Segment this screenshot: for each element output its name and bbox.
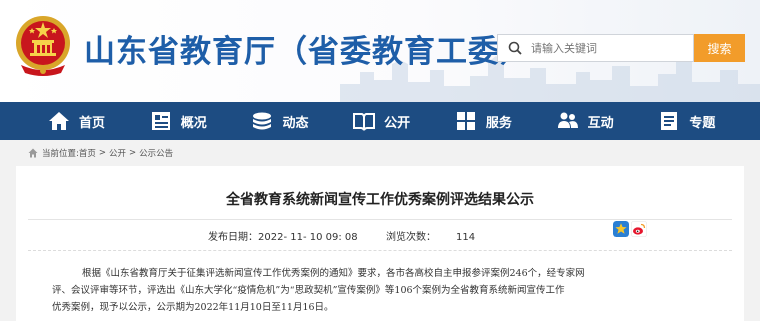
nav-item-label: 首页	[79, 115, 106, 131]
search-icon	[508, 41, 522, 55]
meta-divider	[28, 250, 732, 251]
breadcrumb-separator: >	[129, 148, 137, 158]
search-box[interactable]	[497, 34, 694, 62]
national-emblem-icon	[16, 16, 70, 76]
site-title: 山东省教育厅（省委教育工委）	[84, 34, 532, 70]
publish-date: 发布日期：2022- 11- 10 09: 08	[208, 228, 358, 243]
qzone-share-icon[interactable]	[613, 221, 629, 237]
home-icon	[49, 112, 69, 130]
breadcrumb-separator: >	[98, 148, 107, 158]
nav-item-label: 服务	[485, 115, 512, 131]
breadcrumb: 当前位置: 首页 > 公开 > 公示公告	[28, 146, 173, 160]
breadcrumb-prefix: 当前位置:	[42, 149, 79, 159]
search-button[interactable]: 搜索	[694, 34, 745, 62]
weibo-share-icon[interactable]	[631, 221, 647, 237]
breadcrumb-link-open[interactable]: 公开	[109, 147, 126, 159]
article-paragraph-line: 优秀案例，现予以公示，公示期为2022年11月10日至11月16日。	[52, 302, 334, 313]
nav-item-label: 互动	[587, 115, 614, 131]
nav-item-home[interactable]: 首页	[48, 102, 150, 140]
nav-item-interaction[interactable]: 互动	[557, 102, 659, 140]
service-icon	[456, 112, 475, 130]
publish-date-value: 2022- 11- 10 09: 08	[258, 232, 358, 243]
publish-date-label: 发布日期：	[208, 232, 258, 243]
site-header: 山东省教育厅（省委教育工委） 搜索	[0, 0, 760, 102]
open-icon	[353, 113, 376, 131]
overview-icon	[151, 112, 170, 130]
news-icon	[253, 112, 272, 130]
article-body: 根据《山东省教育厅关于征集评选新闻宣传工作优秀案例的通知》要求，各市各高校自主申…	[52, 265, 702, 316]
nav-item-label: 动态	[282, 115, 309, 131]
nav-item-label: 概况	[180, 115, 207, 131]
article-title: 全省教育系统新闻宣传工作优秀案例评选结果公示	[226, 192, 534, 208]
article-card: 全省教育系统新闻宣传工作优秀案例评选结果公示 发布日期：2022- 11- 10…	[16, 166, 744, 321]
nav-item-topic[interactable]: 专题	[658, 102, 760, 140]
search-input[interactable]	[531, 41, 691, 55]
view-count-value: 114	[456, 232, 476, 243]
view-count-label: 浏览次数：	[386, 232, 436, 243]
breadcrumb-home-icon	[28, 148, 38, 158]
breadcrumb-link-announcement[interactable]: 公示公告	[139, 147, 173, 159]
nav-item-overview[interactable]: 概况	[150, 102, 252, 140]
main-nav: 首页 概况 动态 公开 服务 互动 专题	[0, 102, 760, 140]
nav-item-open[interactable]: 公开	[353, 102, 455, 140]
nav-item-label: 公开	[384, 115, 411, 131]
breadcrumb-link-home[interactable]: 首页	[79, 147, 96, 159]
interaction-icon	[557, 112, 578, 128]
nav-item-service[interactable]: 服务	[455, 102, 557, 140]
article-paragraph-line: 评、会议评审等环节，评选出《山东大学化“疫情危机”为“思政契机”宣传案例》等10…	[52, 285, 565, 296]
title-divider	[28, 219, 732, 220]
topic-icon	[661, 112, 678, 130]
view-count: 浏览次数： 114	[386, 228, 475, 243]
nav-item-label: 专题	[689, 115, 716, 131]
nav-item-news[interactable]: 动态	[251, 102, 353, 140]
article-paragraph-line: 根据《山东省教育厅关于征集评选新闻宣传工作优秀案例的通知》要求，各市各高校自主申…	[82, 268, 585, 279]
